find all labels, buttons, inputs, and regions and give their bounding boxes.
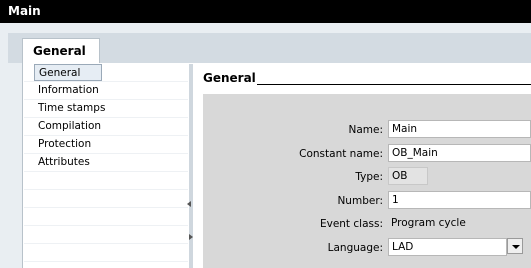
nav-item-compilation[interactable]: Compilation — [34, 118, 184, 135]
number-field[interactable]: 1 — [388, 191, 531, 209]
event-class-label: Event class: — [319, 218, 383, 230]
language-label: Language: — [327, 242, 383, 254]
section-title: General — [203, 71, 256, 85]
nav-item-general[interactable]: General — [34, 64, 102, 81]
window-title: Main — [8, 4, 41, 18]
type-label: Type: — [355, 171, 383, 183]
properties-window: Main General General Information Time st… — [0, 0, 531, 268]
section-divider — [257, 84, 531, 85]
chevron-down-icon — [512, 245, 520, 249]
title-bar: Main — [0, 0, 531, 23]
language-select[interactable]: LAD — [388, 238, 507, 256]
nav-item-information[interactable]: Information — [34, 82, 184, 99]
arrow-left-icon[interactable] — [187, 201, 191, 207]
arrow-right-icon[interactable] — [189, 234, 193, 240]
nav-item-attributes[interactable]: Attributes — [34, 154, 184, 171]
nav-item-protection[interactable]: Protection — [34, 136, 184, 153]
nav-item-time-stamps[interactable]: Time stamps — [34, 100, 184, 117]
number-label: Number: — [337, 195, 383, 207]
type-field: OB — [388, 167, 428, 185]
event-class-value: Program cycle — [391, 217, 466, 229]
tab-general[interactable]: General — [22, 38, 100, 64]
property-nav: General Information Time stamps Compilat… — [24, 64, 188, 268]
language-dropdown-button[interactable] — [507, 238, 523, 254]
constant-name-field[interactable]: OB_Main — [388, 144, 531, 162]
tab-general-label: General — [33, 44, 86, 58]
constant-name-label: Constant name: — [299, 148, 383, 160]
name-label: Name: — [348, 124, 383, 136]
name-field[interactable]: Main — [388, 120, 531, 138]
